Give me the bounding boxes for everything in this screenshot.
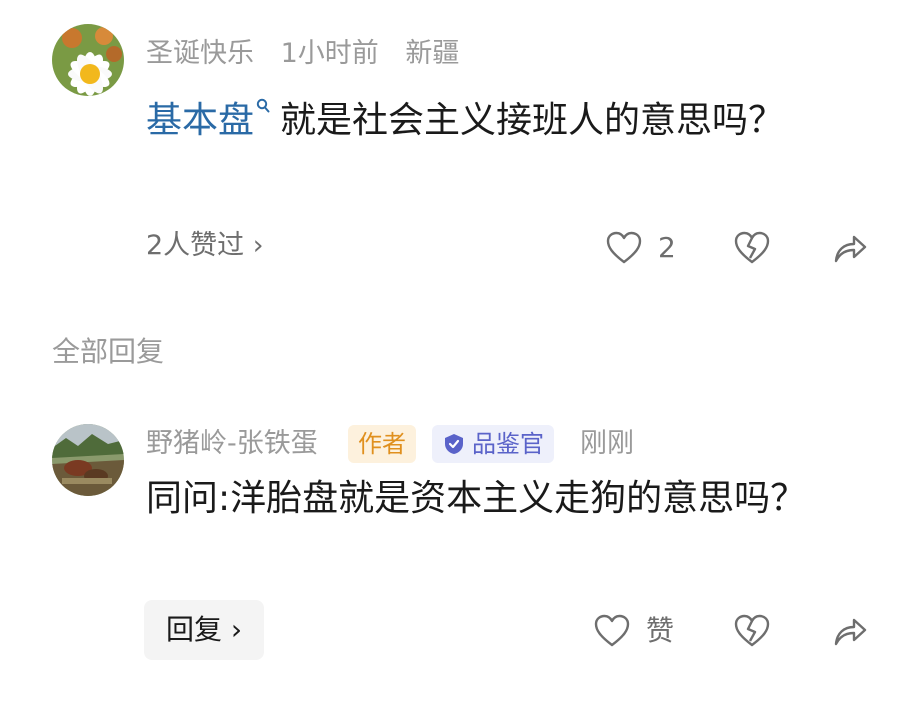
comment-time: 1小时前	[280, 38, 379, 69]
like-count: 2	[658, 231, 676, 264]
reply-text: 同问:洋胎盘就是资本主义走狗的意思吗？	[146, 478, 807, 519]
heart-outline-icon[interactable]	[592, 611, 632, 651]
search-icon[interactable]	[256, 98, 270, 114]
heart-outline-icon[interactable]	[604, 228, 644, 268]
comment-meta: 圣诞快乐 1小时前 新疆	[146, 36, 477, 72]
keyword-link[interactable]: 基本盘	[146, 100, 254, 141]
like-label: 赞	[646, 614, 675, 647]
share-arrow-icon[interactable]	[830, 611, 870, 651]
likes-summary-link[interactable]: 2人赞过 ›	[146, 228, 264, 264]
comment-text: 基本盘 就是社会主义接班人的意思吗？	[146, 90, 846, 152]
taster-badge: 品鉴官	[432, 425, 554, 463]
all-replies-title: 全部回复	[52, 335, 165, 368]
broken-heart-icon[interactable]	[732, 611, 772, 651]
share-arrow-icon[interactable]	[830, 228, 870, 268]
commenter-avatar[interactable]	[52, 24, 124, 96]
comment-location: 新疆	[405, 38, 460, 69]
broken-heart-icon[interactable]	[732, 228, 772, 268]
reply-username[interactable]: 野猪岭-张铁蛋	[146, 426, 318, 462]
taster-badge-label: 品鉴官	[472, 430, 544, 458]
reply-time: 刚刚	[580, 428, 634, 459]
author-badge: 作者	[348, 425, 416, 463]
verified-shield-icon	[445, 434, 463, 454]
replier-avatar[interactable]	[52, 424, 124, 496]
comment-text-body: 就是社会主义接班人的意思吗？	[280, 100, 785, 141]
reply-button[interactable]: 回复 ›	[144, 600, 265, 660]
commenter-username[interactable]: 圣诞快乐	[146, 38, 254, 69]
